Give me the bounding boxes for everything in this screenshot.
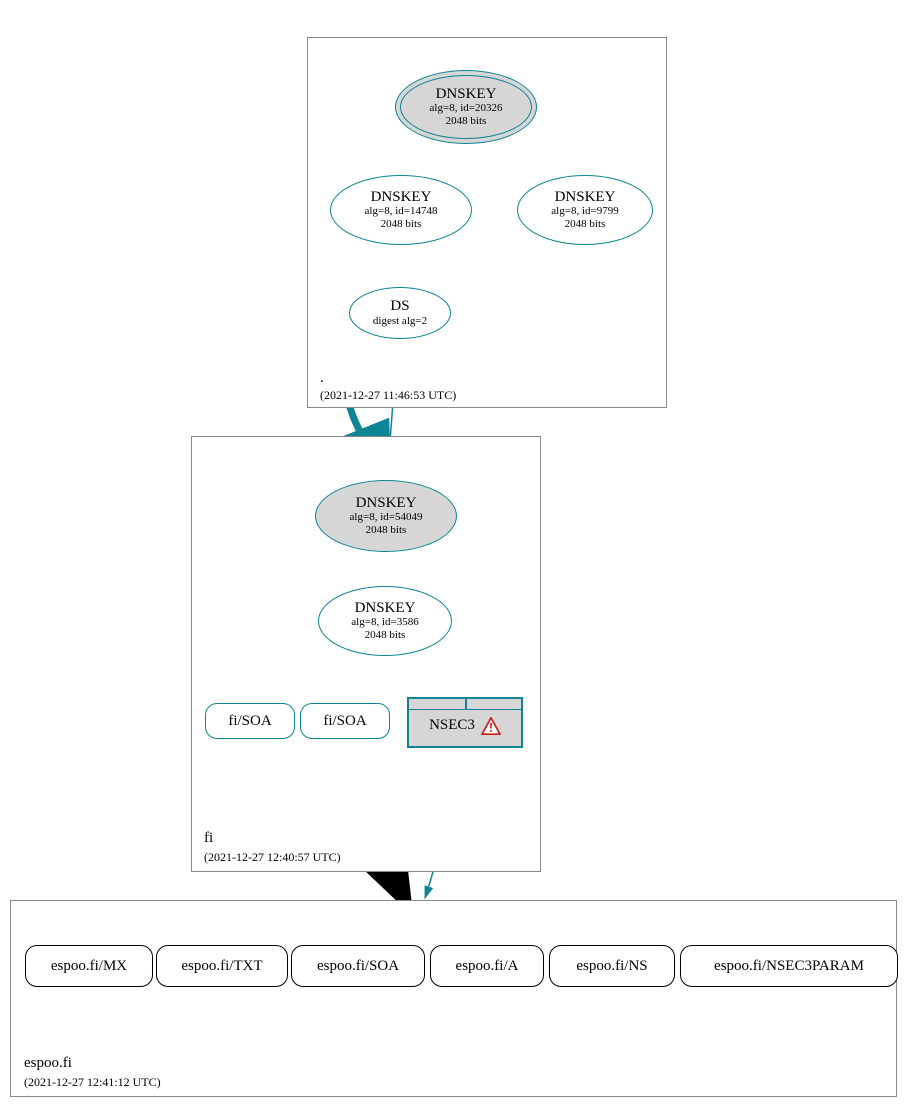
fi-soa1-label: fi/SOA [228,713,271,730]
root-zsk2-alg: alg=8, id=9799 [551,205,618,218]
fi-zsk-node: DNSKEY alg=8, id=3586 2048 bits [318,586,452,656]
zone-fi-name: fi [204,830,213,847]
fi-soa2-label: fi/SOA [323,713,366,730]
root-ksk-node: DNSKEY alg=8, id=20326 2048 bits [395,70,537,144]
espoo-ns-node: espoo.fi/NS [549,945,675,987]
warning-icon [481,717,501,735]
root-ksk-bits: 2048 bits [446,115,487,128]
espoo-a-label: espoo.fi/A [456,958,519,975]
zone-root-name: . [320,370,324,387]
root-ds-title: DS [390,298,409,315]
espoo-soa-label: espoo.fi/SOA [317,958,399,975]
espoo-nsec3param-node: espoo.fi/NSEC3PARAM [680,945,898,987]
root-zsk2-bits: 2048 bits [565,218,606,231]
root-ds-node: DS digest alg=2 [349,287,451,339]
zone-root-time: (2021-12-27 11:46:53 UTC) [320,388,456,403]
root-zsk1-node: DNSKEY alg=8, id=14748 2048 bits [330,175,472,245]
fi-soa2-node: fi/SOA [300,703,390,739]
root-zsk1-alg: alg=8, id=14748 [365,205,438,218]
espoo-soa-node: espoo.fi/SOA [291,945,425,987]
fi-ksk-bits: 2048 bits [366,524,407,537]
fi-nsec3-node: NSEC3 [407,697,523,748]
espoo-txt-label: espoo.fi/TXT [181,958,262,975]
fi-nsec3-label: NSEC3 [429,717,475,734]
root-ksk-title: DNSKEY [436,86,497,103]
root-ds-alg: digest alg=2 [373,315,427,328]
fi-zsk-alg: alg=8, id=3586 [351,616,418,629]
espoo-nsec3param-label: espoo.fi/NSEC3PARAM [714,958,864,975]
root-zsk1-bits: 2048 bits [381,218,422,231]
fi-ksk-alg: alg=8, id=54049 [350,511,423,524]
fi-zsk-bits: 2048 bits [365,629,406,642]
espoo-mx-node: espoo.fi/MX [25,945,153,987]
fi-zsk-title: DNSKEY [355,600,416,617]
fi-ksk-title: DNSKEY [356,495,417,512]
espoo-txt-node: espoo.fi/TXT [156,945,288,987]
root-ksk-alg: alg=8, id=20326 [430,102,503,115]
fi-soa1-node: fi/SOA [205,703,295,739]
zone-espoo-name: espoo.fi [24,1055,72,1072]
zone-fi-time: (2021-12-27 12:40:57 UTC) [204,850,341,865]
zone-espoo [10,900,897,1097]
root-zsk1-title: DNSKEY [371,189,432,206]
zone-espoo-time: (2021-12-27 12:41:12 UTC) [24,1075,161,1090]
root-zsk2-title: DNSKEY [555,189,616,206]
root-zsk2-node: DNSKEY alg=8, id=9799 2048 bits [517,175,653,245]
espoo-ns-label: espoo.fi/NS [576,958,647,975]
espoo-a-node: espoo.fi/A [430,945,544,987]
espoo-mx-label: espoo.fi/MX [51,958,127,975]
fi-ksk-node: DNSKEY alg=8, id=54049 2048 bits [315,480,457,552]
